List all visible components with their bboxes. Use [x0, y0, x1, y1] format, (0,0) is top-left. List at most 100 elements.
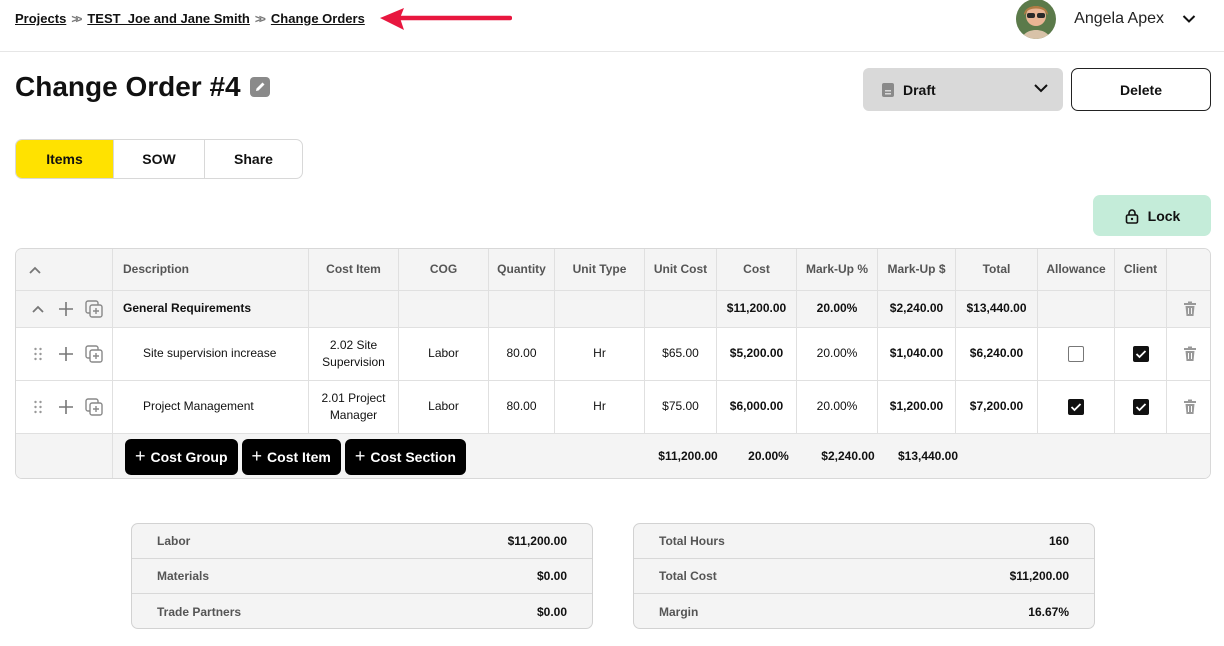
- item-quantity: 80.00: [489, 328, 555, 380]
- item-total: $7,200.00: [956, 381, 1038, 433]
- user-name: Angela Apex: [1074, 10, 1164, 27]
- summary-value: $0.00: [536, 569, 567, 583]
- trash-icon[interactable]: [1167, 328, 1210, 380]
- status-dropdown[interactable]: Draft: [863, 68, 1063, 111]
- item-description: Project Management: [113, 381, 309, 433]
- document-icon: [882, 82, 894, 97]
- header-client: Client: [1115, 249, 1167, 290]
- summary-label: Labor: [157, 534, 191, 548]
- trash-icon[interactable]: [1167, 291, 1210, 327]
- group-total: $13,440.00: [956, 291, 1038, 327]
- add-cost-section-button[interactable]: + Cost Section: [344, 439, 466, 475]
- header-unit-cost: Unit Cost: [645, 249, 717, 290]
- plus-icon[interactable]: [56, 397, 76, 417]
- tab-share[interactable]: Share: [205, 140, 302, 178]
- trash-icon[interactable]: [1167, 381, 1210, 433]
- footer-spacer: [16, 434, 113, 478]
- header-allowance: Allowance: [1038, 249, 1115, 290]
- client-checkbox[interactable]: [1132, 399, 1149, 415]
- duplicate-icon[interactable]: [84, 299, 104, 319]
- top-bar: Projects >> TEST_Joe and Jane Smith >> C…: [0, 0, 1224, 52]
- lock-label: Lock: [1147, 207, 1181, 224]
- client-cell: [1115, 381, 1167, 433]
- add-cost-item-button[interactable]: + Cost Item: [241, 439, 341, 475]
- duplicate-icon[interactable]: [84, 344, 104, 364]
- group-cog: [399, 291, 489, 327]
- duplicate-icon[interactable]: [84, 397, 104, 417]
- item-cog: Labor: [399, 328, 489, 380]
- allowance-cell: [1038, 328, 1115, 380]
- summary-label: Materials: [157, 569, 210, 583]
- table-row: Site supervision increase 2.02 Site Supe…: [16, 328, 1210, 381]
- drag-handle-icon[interactable]: [28, 397, 48, 417]
- summary-value: $11,200.00: [507, 534, 567, 548]
- header-markup-pct: Mark-Up %: [797, 249, 878, 290]
- lock-button[interactable]: Lock: [1093, 195, 1211, 236]
- header-cog: COG: [399, 249, 489, 290]
- add-cost-section-label: Cost Section: [370, 449, 456, 465]
- footer-total: $13,440.00: [897, 449, 959, 464]
- item-cost: $6,000.00: [717, 381, 797, 433]
- summary-value: $0.00: [536, 604, 567, 619]
- breadcrumb-project[interactable]: TEST_Joe and Jane Smith: [87, 11, 250, 26]
- header-markup-amt: Mark-Up $: [878, 249, 956, 290]
- table-header-row: Description Cost Item COG Quantity Unit …: [16, 249, 1210, 291]
- group-client: [1115, 291, 1167, 327]
- user-menu[interactable]: Angela Apex: [1016, 0, 1196, 39]
- header-unit-type: Unit Type: [555, 249, 645, 290]
- group-quantity: [489, 291, 555, 327]
- delete-button[interactable]: Delete: [1071, 68, 1211, 111]
- item-markup-pct: 20.00%: [797, 381, 878, 433]
- cost-group-row: General Requirements $11,200.00 20.00% $…: [16, 291, 1210, 328]
- tab-sow[interactable]: SOW: [114, 140, 205, 178]
- breadcrumb-change-orders[interactable]: Change Orders: [271, 11, 365, 26]
- group-cost: $11,200.00: [717, 291, 797, 327]
- cost-item-line: 2.02 Site: [329, 337, 378, 352]
- item-markup-amt: $1,040.00: [878, 328, 956, 380]
- item-unit-type: Hr: [555, 381, 645, 433]
- page-title-text: Change Order #4: [15, 71, 241, 102]
- group-markup-amt: $2,240.00: [878, 291, 956, 327]
- summary-value: 16.67%: [1028, 604, 1069, 619]
- avatar: [1016, 0, 1057, 39]
- row-controls: [16, 381, 113, 433]
- totals-card: Total Hours 160 Total Cost $11,200.00 Marg…: [633, 523, 1095, 629]
- client-checkbox[interactable]: [1132, 346, 1149, 362]
- plus-icon: +: [135, 445, 146, 466]
- red-arrow-annotation: [380, 8, 512, 30]
- breadcrumb-projects[interactable]: Projects: [15, 11, 66, 26]
- item-cost: $5,200.00: [717, 328, 797, 380]
- summary-row: Total Hours 160: [634, 524, 1094, 559]
- summary-row: Total Cost $11,200.00: [634, 559, 1094, 594]
- collapse-icon[interactable]: [28, 299, 48, 319]
- drag-handle-icon[interactable]: [28, 344, 48, 364]
- footer-markup-pct: 20.00%: [748, 449, 789, 464]
- plus-icon[interactable]: [56, 299, 76, 319]
- tab-items[interactable]: Items: [16, 140, 114, 178]
- chevron-down-icon: [1034, 84, 1048, 93]
- item-quantity: 80.00: [489, 381, 555, 433]
- chevron-down-icon[interactable]: [1182, 14, 1196, 24]
- summary-row: Labor $11,200.00: [132, 524, 592, 559]
- summary-value: $11,200.00: [1009, 569, 1069, 583]
- add-cost-item-label: Cost Item: [267, 449, 331, 465]
- status-value: Draft: [903, 81, 936, 98]
- plus-icon: +: [354, 445, 366, 466]
- tab-bar: Items SOW Share: [15, 139, 303, 179]
- allowance-checkbox[interactable]: [1068, 346, 1084, 362]
- header-cost: Cost: [717, 249, 797, 290]
- item-unit-type: Hr: [555, 328, 645, 380]
- group-allowance: [1038, 291, 1115, 327]
- item-markup-pct: 20.00%: [797, 328, 878, 380]
- group-unit-cost: [645, 291, 717, 327]
- breadcrumb: Projects >> TEST_Joe and Jane Smith >> C…: [15, 11, 365, 26]
- allowance-checkbox[interactable]: [1068, 399, 1084, 415]
- collapse-all-icon[interactable]: [16, 249, 113, 290]
- add-cost-group-button[interactable]: + Cost Group: [125, 439, 238, 475]
- edit-icon[interactable]: [249, 77, 270, 97]
- plus-icon[interactable]: [56, 344, 76, 364]
- breadcrumb-separator-icon: >>: [254, 11, 266, 26]
- header-total: Total: [956, 249, 1038, 290]
- cost-item-line: 2.01 Project: [321, 390, 386, 405]
- header-cost-item: Cost Item: [309, 249, 399, 290]
